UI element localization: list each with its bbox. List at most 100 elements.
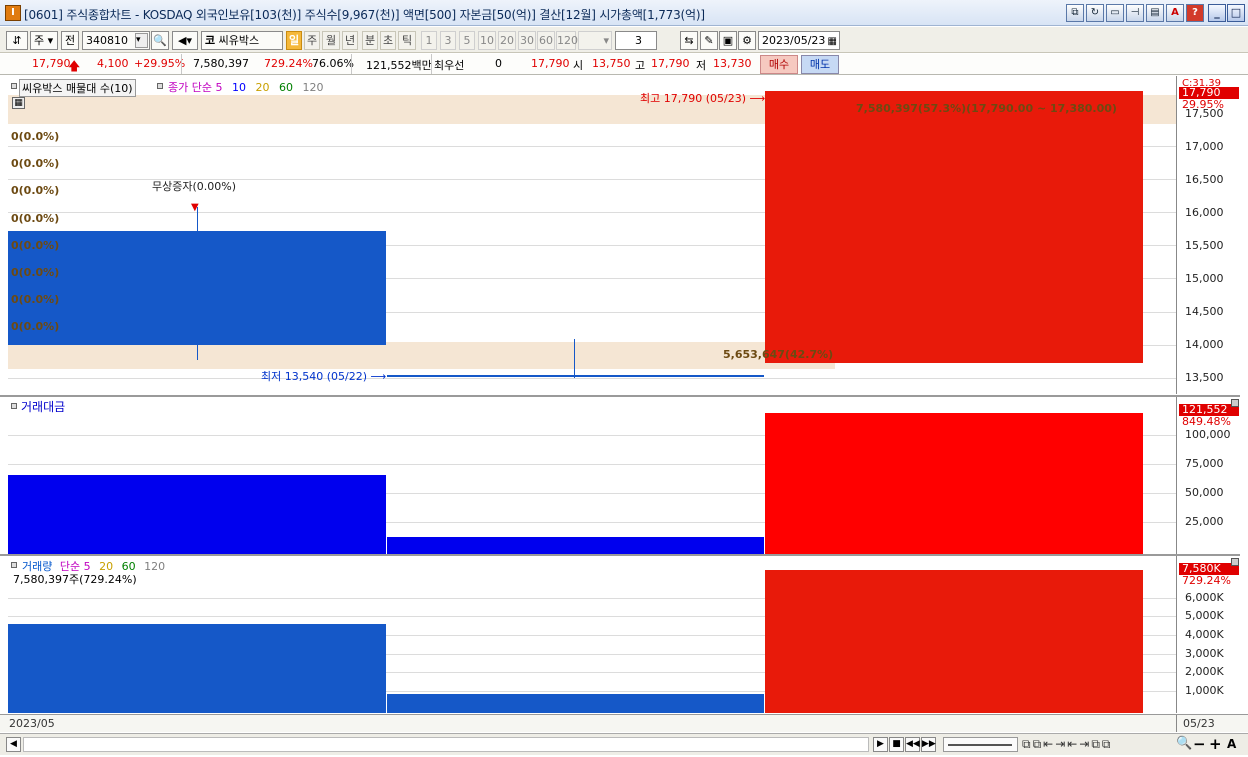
interval-20[interactable]: 20	[498, 31, 516, 50]
legend-checkbox[interactable]	[11, 562, 17, 568]
price-tick: 15,000	[1185, 272, 1224, 285]
scroll-left-icon[interactable]: ◀	[6, 737, 21, 752]
volume-axis-sub: 729.24%	[1182, 574, 1231, 587]
link-icon[interactable]: ⧉	[1066, 4, 1084, 22]
low-marker: 최저 13,540 (05/22) ⟶	[261, 368, 386, 384]
legend-volume-profile[interactable]: 씨유박스 매물대 수(10)	[19, 79, 136, 97]
interval-60[interactable]: 60	[537, 31, 555, 50]
ma-120: 120	[302, 81, 324, 94]
stock-name-field[interactable]: 코 씨유박스	[201, 31, 283, 50]
stock-name: 씨유박스	[218, 34, 260, 47]
amount-bar[interactable]	[387, 536, 764, 554]
amount-bar[interactable]	[765, 412, 1143, 554]
sell-button[interactable]: 매도	[801, 55, 839, 74]
refresh-icon[interactable]: ↻	[1086, 4, 1104, 22]
vp-label: 0(0.0%)	[11, 239, 60, 252]
minimize-button[interactable]: _	[1208, 4, 1226, 22]
page-value: 3	[635, 34, 642, 47]
zoom-icon[interactable]: 🔍	[1176, 736, 1192, 751]
zoom-slider[interactable]	[943, 737, 1018, 752]
period-day[interactable]: 일	[286, 31, 302, 50]
chart-scrollbar[interactable]: ◀ ▶ ■ ◀◀ ▶▶ ⧉⧉⇤⇥⇤⇥⧉⧉ 🔍 − + A	[0, 733, 1248, 755]
volume-bar[interactable]	[8, 623, 386, 713]
open-value: 13,750	[592, 57, 631, 70]
period-week[interactable]: 주	[304, 31, 320, 50]
prev-button[interactable]: 전	[61, 31, 79, 50]
legend-checkbox[interactable]	[11, 403, 17, 409]
interval-5[interactable]: 5	[459, 31, 475, 50]
candle-wick	[574, 339, 575, 378]
panel-close-icon[interactable]	[1231, 399, 1239, 407]
volume-bar[interactable]	[765, 570, 1143, 713]
period-second[interactable]: 초	[380, 31, 396, 50]
buy-button[interactable]: 매수	[760, 55, 798, 74]
page-input[interactable]: 3	[615, 31, 657, 50]
auto-scale-icon[interactable]: A	[1227, 737, 1236, 751]
legend-ma[interactable]: 종가 단순 5 10 20 60 120	[168, 79, 323, 95]
zoom-out-icon[interactable]: −	[1193, 735, 1206, 753]
scroll-track[interactable]	[23, 737, 869, 752]
period-year[interactable]: 년	[342, 31, 358, 50]
maximize-button[interactable]: □	[1227, 4, 1245, 22]
price-tick: 15,500	[1185, 239, 1224, 252]
toggle-icon[interactable]: ⇵	[6, 31, 28, 50]
volume-bar[interactable]	[387, 693, 764, 713]
calendar-icon[interactable]: ▦	[828, 33, 837, 50]
price-bar[interactable]	[387, 374, 764, 377]
font-icon[interactable]: A	[1166, 4, 1184, 22]
event-label: 무상증자(0.00%)	[152, 180, 237, 193]
date-input[interactable]: 2023/05/23 ▦	[758, 31, 840, 50]
search-icon[interactable]: 🔍	[151, 31, 169, 50]
low-marker-label: 최저 13,540 (05/22)	[261, 370, 368, 383]
low-value: 13,730	[713, 57, 752, 70]
grid-table-icon[interactable]: ▦	[12, 97, 25, 109]
title-bar: I [0601] 주식종합차트 - KOSDAQ 외국인보유[103(천)] 주…	[0, 0, 1248, 26]
legend-checkbox[interactable]	[11, 83, 17, 89]
code-input[interactable]: 340810 ▾	[82, 31, 150, 50]
volume-panel[interactable]: 거래량 단순 5 20 60 120 7,580,397주(729.24%)	[8, 556, 1176, 713]
print-icon[interactable]: ▤	[1146, 4, 1164, 22]
interval-30[interactable]: 30	[518, 31, 536, 50]
zoom-in-icon[interactable]: +	[1209, 735, 1222, 753]
bid-value: 17,790	[531, 57, 570, 70]
prev-page-icon[interactable]: ◀◀	[905, 737, 920, 752]
amount-bar[interactable]	[8, 475, 386, 554]
interval-3[interactable]: 3	[440, 31, 456, 50]
price-tick: 14,000	[1185, 338, 1224, 351]
stop-icon[interactable]: ■	[889, 737, 904, 752]
price-bar[interactable]	[765, 91, 1143, 364]
interval-10[interactable]: 10	[478, 31, 496, 50]
type-select[interactable]: 주 ▾	[30, 31, 58, 50]
settings-icon[interactable]: ⚙	[738, 31, 756, 50]
panel-close-icon[interactable]	[1231, 558, 1239, 566]
amount-panel[interactable]: 거래대금	[8, 397, 1176, 554]
chart-tools-icon[interactable]: ⧉⧉⇤⇥⇤⇥⧉⧉	[1022, 737, 1113, 752]
price-change: 4,100	[97, 57, 129, 70]
window-icon[interactable]: ▭	[1106, 4, 1124, 22]
period-minute[interactable]: 분	[362, 31, 378, 50]
vp-bottom-label: 5,653,647(42.7%)	[723, 348, 834, 361]
speaker-icon[interactable]: ◀▾	[172, 31, 198, 50]
scroll-right-icon[interactable]: ▶	[873, 737, 888, 752]
next-page-icon[interactable]: ▶▶	[921, 737, 936, 752]
price-panel[interactable]: ▼ 무상증자(0.00%) 최고 17,790 (05/23) ⟶ 최저 13,…	[8, 76, 1176, 394]
date-axis: 2023/05 05/23	[0, 714, 1248, 732]
app-icon: I	[5, 5, 21, 21]
pin-icon[interactable]: ⊣	[1126, 4, 1144, 22]
interval-1[interactable]: 1	[421, 31, 437, 50]
period-tick[interactable]: 틱	[398, 31, 416, 50]
date-axis-right: 05/23	[1176, 715, 1240, 732]
tool-icon[interactable]: ⇆	[680, 31, 698, 50]
period-month[interactable]: 월	[322, 31, 340, 50]
high-marker: 최고 17,790 (05/23) ⟶	[640, 90, 765, 106]
high-value: 17,790	[651, 57, 690, 70]
chart-tool-icon[interactable]: ✎	[700, 31, 718, 50]
help-icon[interactable]: ?	[1186, 4, 1204, 22]
vol-ma-120: 120	[144, 560, 166, 573]
vp-label: 0(0.0%)	[11, 320, 60, 333]
interval-120[interactable]: 120	[556, 31, 578, 50]
save-icon[interactable]: ▣	[719, 31, 737, 50]
price-tick: 16,500	[1185, 173, 1224, 186]
legend-checkbox[interactable]	[157, 83, 163, 89]
interval-select[interactable]: ▾	[578, 31, 612, 50]
